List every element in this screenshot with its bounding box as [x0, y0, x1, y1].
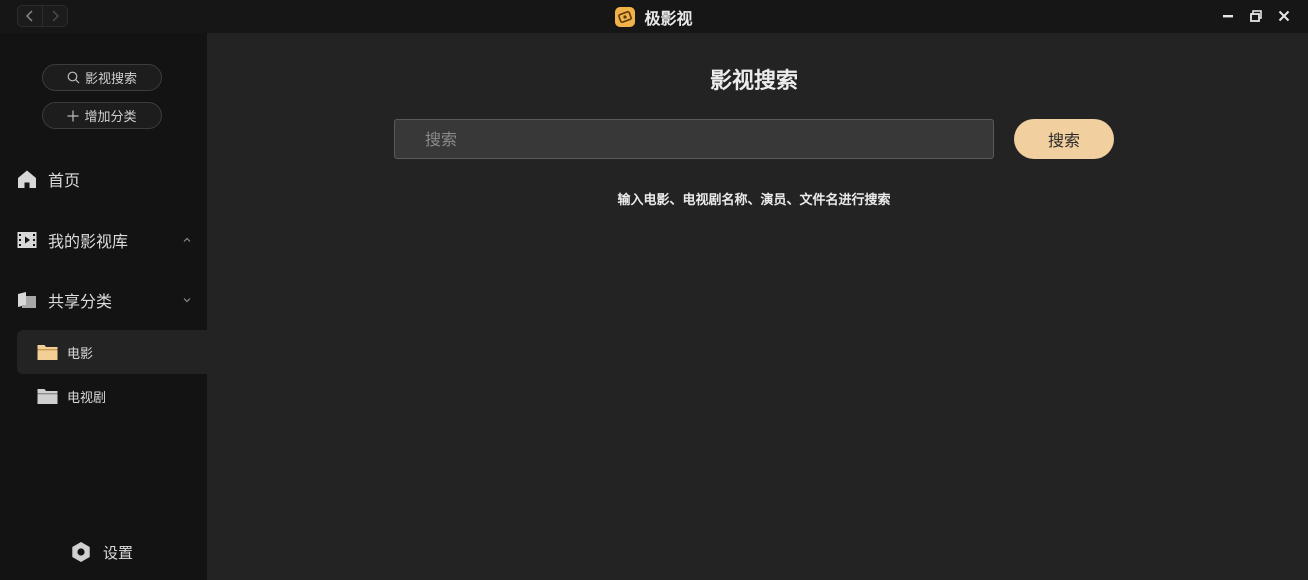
- home-icon: [18, 170, 36, 188]
- chevron-up-icon[interactable]: [182, 235, 192, 245]
- sidebar-item-my-library[interactable]: 我的影视库: [0, 220, 207, 260]
- folder-icon: [37, 388, 58, 404]
- settings-icon: [72, 542, 90, 562]
- back-button[interactable]: [18, 6, 42, 26]
- minimize-icon: [1223, 15, 1233, 18]
- history-nav: [17, 5, 68, 27]
- search-button[interactable]: 搜索: [1014, 119, 1114, 159]
- chevron-down-icon[interactable]: [182, 295, 192, 305]
- folder-open-icon: [37, 344, 58, 360]
- chevron-right-icon: [52, 10, 60, 22]
- close-icon: [1278, 10, 1290, 22]
- sidebar-item-label: 首页: [48, 171, 81, 190]
- film-icon: [17, 232, 37, 248]
- sidebar-item-label: 共享分类: [48, 292, 113, 311]
- main-content: 影视搜索 搜索 输入电影、电视剧名称、演员、文件名进行搜索: [207, 33, 1308, 580]
- app-logo-icon: [615, 6, 636, 27]
- forward-button[interactable]: [42, 6, 67, 26]
- search-input[interactable]: [394, 119, 994, 159]
- add-category-label: 增加分类: [84, 110, 137, 125]
- category-item-label: 电视剧: [67, 390, 107, 406]
- sidebar-search-button[interactable]: 影视搜索: [42, 64, 162, 91]
- settings-label: 设置: [103, 543, 134, 562]
- sidebar-item-label: 我的影视库: [48, 232, 129, 251]
- close-button[interactable]: [1274, 6, 1294, 26]
- minimize-button[interactable]: [1218, 6, 1238, 26]
- search-hint: 输入电影、电视剧名称、演员、文件名进行搜索: [617, 193, 891, 208]
- category-item-movies[interactable]: 电影: [17, 330, 207, 374]
- search-icon: [67, 71, 80, 84]
- app-name: 极影视: [644, 8, 693, 28]
- title-bar: 极影视: [0, 0, 1308, 33]
- category-item-label: 电影: [67, 346, 94, 362]
- add-category-button[interactable]: 增加分类: [42, 102, 162, 129]
- plus-icon: [67, 110, 79, 121]
- settings-button[interactable]: 设置: [70, 540, 133, 564]
- sidebar-item-shared-categories[interactable]: 共享分类: [0, 280, 207, 320]
- category-item-tv-series[interactable]: 电视剧: [17, 374, 207, 418]
- sidebar-search-label: 影视搜索: [84, 72, 137, 87]
- sidebar: 影视搜索 增加分类 首页 我的影视库 共享分类 电影 电视剧 设置: [0, 33, 207, 580]
- sidebar-item-home[interactable]: 首页: [0, 159, 207, 199]
- restore-button[interactable]: [1246, 6, 1266, 26]
- app-title: 极影视: [0, 0, 1308, 33]
- restore-icon: [1250, 10, 1262, 22]
- page-title: 影视搜索: [709, 69, 798, 94]
- chevron-left-icon: [26, 10, 33, 22]
- share-folder-icon: [18, 292, 36, 308]
